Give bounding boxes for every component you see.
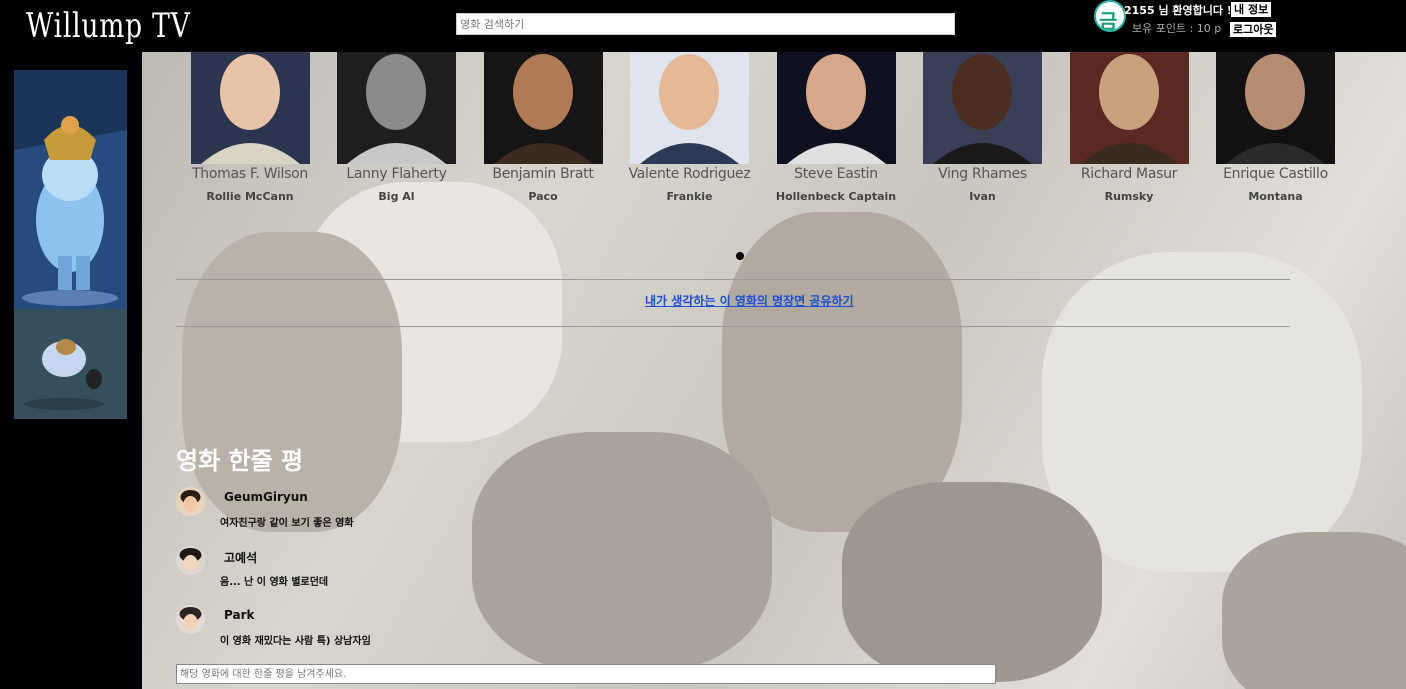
actor-name: Ving Rhames	[938, 166, 1027, 182]
user-avatar-text: 금도	[1099, 9, 1118, 32]
review-text: 음... 난 이 영화 별로던데	[220, 577, 329, 588]
movie-detail-main: Thomas F. Wilson Rollie McCann Lanny Flahe…	[142, 52, 1406, 689]
character-name: Ivan	[969, 190, 996, 203]
movie-search-input[interactable]	[456, 13, 955, 35]
reviewer-name: 고예석	[224, 551, 258, 565]
reviewer-name: GeumGiryun	[224, 490, 308, 504]
review-item: 고예석 음... 난 이 영화 별로던데	[176, 546, 576, 596]
cast-card[interactable]: Steve Eastin Hollenbeck Captain	[766, 52, 906, 203]
points-text: 보유 포인트 : 10 p	[1132, 22, 1222, 35]
divider-bottom	[176, 326, 1290, 327]
actor-name: Lanny Flaherty	[346, 166, 447, 182]
user-avatar: 금도	[1094, 0, 1126, 32]
divider-top	[176, 279, 1290, 280]
actor-photo	[1069, 52, 1189, 164]
review-input[interactable]	[176, 664, 996, 684]
actor-photo	[776, 52, 896, 164]
logout-button[interactable]: 로그아웃	[1229, 21, 1278, 38]
reviewer-avatar	[176, 605, 205, 634]
character-name: Big Al	[378, 190, 415, 203]
reviewer-avatar	[176, 546, 205, 575]
cast-card[interactable]: Richard Masur Rumsky	[1059, 52, 1199, 203]
character-name: Paco	[528, 190, 558, 203]
actor-name: Richard Masur	[1080, 166, 1178, 182]
review-text: 여자친구랑 같이 보기 좋은 영화	[220, 518, 354, 529]
character-name: Rollie McCann	[206, 190, 294, 203]
my-info-button[interactable]: 내 정보	[1230, 1, 1273, 18]
cast-card[interactable]: Lanny Flaherty Big Al	[327, 52, 467, 203]
share-scene-link[interactable]: 내가 생각하는 이 영화의 명장면 공유하기	[645, 292, 854, 309]
carousel-dot[interactable]	[736, 252, 744, 260]
left-sidebar	[0, 52, 142, 689]
review-text: 이 영화 재밌다는 사람 특) 상남자임	[220, 636, 371, 647]
actor-photo	[483, 52, 603, 164]
actor-name: Valente Rodriguez	[628, 166, 751, 182]
actor-photo	[923, 52, 1042, 164]
actor-name: Steve Eastin	[794, 166, 878, 182]
actor-name: Enrique Castillo	[1223, 166, 1328, 182]
welcome-text: 2155 님 환영합니다 !	[1124, 4, 1232, 17]
site-logo[interactable]: Willump TV	[26, 4, 191, 48]
actor-photo	[630, 52, 749, 164]
review-item: Park 이 영화 재밌다는 사람 특) 상남자임	[176, 605, 576, 655]
actor-name: Thomas F. Wilson	[192, 166, 308, 182]
top-header: Willump TV 금도 2155 님 환영합니다 ! 보유 포인트 : 10…	[0, 0, 1406, 52]
actor-name: Benjamin Bratt	[492, 166, 594, 182]
character-name: Montana	[1248, 190, 1303, 203]
character-name: Rumsky	[1104, 190, 1154, 203]
actor-photo	[190, 52, 310, 164]
cast-card[interactable]: Thomas F. Wilson Rollie McCann	[180, 52, 320, 203]
reviewer-avatar	[176, 487, 205, 516]
actor-photo	[1216, 52, 1335, 164]
cast-card[interactable]: Benjamin Bratt Paco	[473, 52, 613, 203]
sidebar-champion-image[interactable]	[14, 309, 127, 419]
reviewer-name: Park	[224, 608, 255, 622]
actor-photo	[337, 52, 456, 164]
sidebar-banner-image[interactable]	[14, 70, 127, 309]
reviews-title: 영화 한줄 평	[176, 447, 304, 475]
character-name: Frankie	[666, 190, 713, 203]
cast-card[interactable]: Enrique Castillo Montana	[1206, 52, 1346, 203]
review-item: GeumGiryun 여자친구랑 같이 보기 좋은 영화	[176, 487, 576, 537]
cast-card[interactable]: Ving Rhames Ivan	[913, 52, 1053, 203]
character-name: Hollenbeck Captain	[775, 190, 897, 203]
cast-card[interactable]: Valente Rodriguez Frankie	[620, 52, 760, 203]
